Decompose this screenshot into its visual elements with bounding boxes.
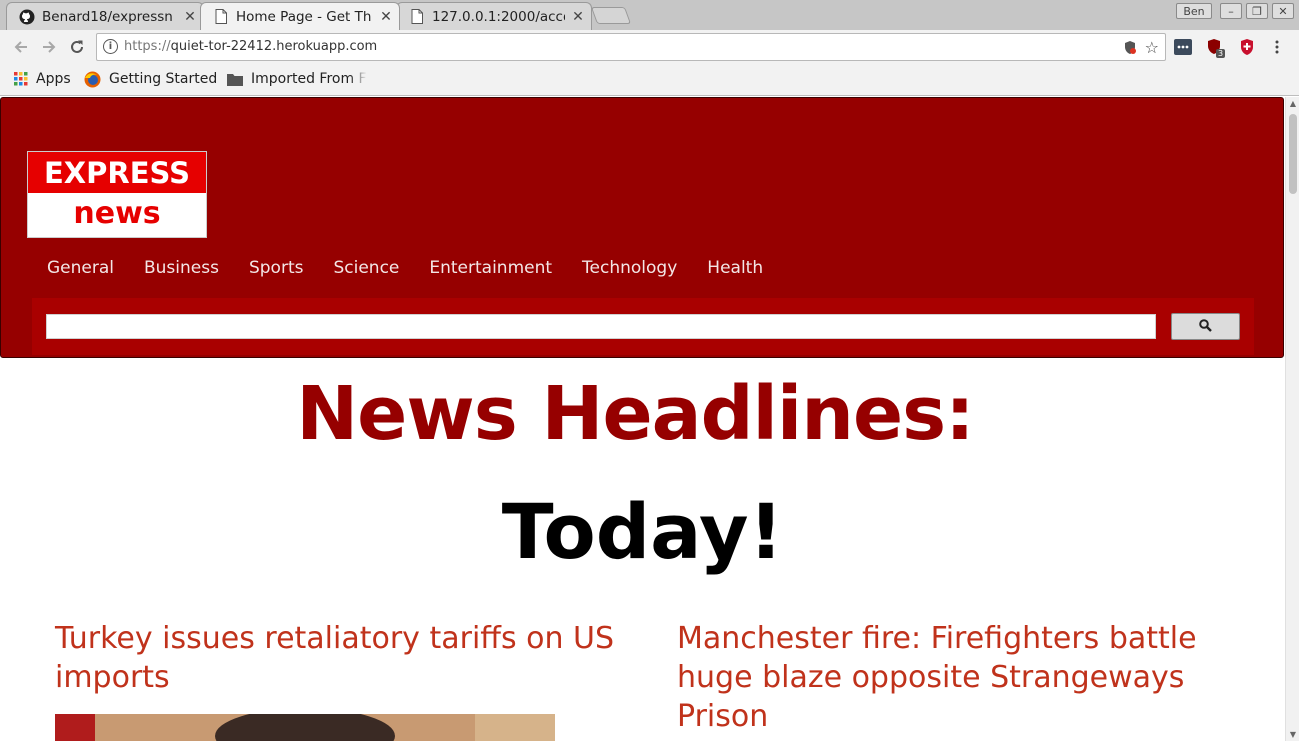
address-url: https://quiet-tor-22412.herokuapp.com xyxy=(124,39,378,54)
window-close-icon[interactable]: ✕ xyxy=(1272,3,1294,19)
tab-title: Home Page - Get Th xyxy=(236,8,372,25)
kebab-menu-icon[interactable] xyxy=(1268,38,1286,56)
scroll-up-icon[interactable]: ▲ xyxy=(1288,99,1298,108)
forward-arrow-icon[interactable] xyxy=(38,36,60,58)
nav-technology[interactable]: Technology xyxy=(567,258,692,284)
search-button[interactable] xyxy=(1171,313,1240,340)
bookmark-star-icon[interactable]: ☆ xyxy=(1145,38,1159,57)
page-subheadline: Today! xyxy=(501,487,784,576)
nav-general[interactable]: General xyxy=(32,258,129,284)
scrollbar-thumb[interactable] xyxy=(1289,114,1297,194)
tab-localhost[interactable]: 127.0.0.1:2000/acco ✕ xyxy=(396,2,592,30)
new-tab-button[interactable] xyxy=(590,7,632,24)
web-page: EXPRESS news General Business Sports Sci… xyxy=(0,97,1285,741)
user-label: Ben xyxy=(1183,4,1205,18)
bookmarks-bar: Apps Getting Started Imported From F xyxy=(0,64,1299,96)
bookmark-getting-started[interactable]: Getting Started xyxy=(84,70,217,88)
bookmark-label: Imported From F xyxy=(251,71,367,87)
bookmark-apps[interactable]: Apps xyxy=(14,70,71,88)
extension-menu-icon[interactable] xyxy=(1174,38,1192,56)
close-icon[interactable]: ✕ xyxy=(571,9,585,25)
tab-title: 127.0.0.1:2000/acco xyxy=(432,8,565,25)
apps-grid-icon xyxy=(14,72,28,86)
article-image[interactable] xyxy=(55,714,555,741)
minimize-icon[interactable]: – xyxy=(1220,3,1242,19)
document-icon xyxy=(409,9,425,25)
close-icon[interactable]: ✕ xyxy=(379,9,393,25)
folder-icon xyxy=(227,73,243,86)
bookmark-label: Apps xyxy=(36,71,71,87)
site-header: EXPRESS news General Business Sports Sci… xyxy=(0,97,1284,358)
logo-bottom-text: news xyxy=(73,196,161,231)
site-logo[interactable]: EXPRESS news xyxy=(27,151,207,238)
user-profile-button[interactable]: Ben xyxy=(1176,3,1212,19)
firefox-icon xyxy=(84,71,101,88)
tracking-shield-icon[interactable] xyxy=(1123,40,1137,59)
article-title[interactable]: Turkey issues retaliatory tariffs on US … xyxy=(55,619,635,697)
search-input[interactable] xyxy=(46,314,1156,339)
tab-strip: Benard18/expressn ✕ Home Page - Get Th ✕… xyxy=(0,0,1299,30)
search-bar xyxy=(32,298,1254,355)
tab-github[interactable]: Benard18/expressn ✕ xyxy=(6,2,204,30)
site-info-icon[interactable]: i xyxy=(103,39,118,54)
logo-top-text: EXPRESS xyxy=(28,152,206,193)
page-scrollbar[interactable]: ▲ ▼ xyxy=(1285,97,1299,741)
back-arrow-icon[interactable] xyxy=(10,36,32,58)
bookmark-label: Getting Started xyxy=(109,71,218,87)
tab-home-page[interactable]: Home Page - Get Th ✕ xyxy=(200,2,400,30)
nav-entertainment[interactable]: Entertainment xyxy=(414,258,567,284)
address-bar[interactable]: i https://quiet-tor-22412.herokuapp.com … xyxy=(96,33,1166,61)
extension-badge: 3 xyxy=(1216,49,1226,58)
article-title[interactable]: Manchester fire: Firefighters battle hug… xyxy=(677,619,1257,736)
document-icon xyxy=(213,9,229,25)
scroll-down-icon[interactable]: ▼ xyxy=(1288,730,1298,739)
nav-health[interactable]: Health xyxy=(692,258,778,284)
nav-sports[interactable]: Sports xyxy=(234,258,319,284)
shield-plus-icon[interactable] xyxy=(1238,38,1256,56)
nav-business[interactable]: Business xyxy=(129,258,234,284)
reload-icon[interactable] xyxy=(66,36,88,58)
bookmark-folder-imported[interactable]: Imported From F xyxy=(227,70,367,88)
search-icon xyxy=(1199,317,1212,336)
category-nav: General Business Sports Science Entertai… xyxy=(32,258,778,284)
tab-title: Benard18/expressn xyxy=(42,8,173,25)
github-icon xyxy=(19,9,35,25)
page-headline: News Headlines: xyxy=(296,371,975,457)
restore-icon[interactable]: ❐ xyxy=(1246,3,1268,19)
ublock-icon[interactable]: 3 xyxy=(1206,38,1226,58)
nav-science[interactable]: Science xyxy=(318,258,414,284)
close-icon[interactable]: ✕ xyxy=(183,9,197,25)
